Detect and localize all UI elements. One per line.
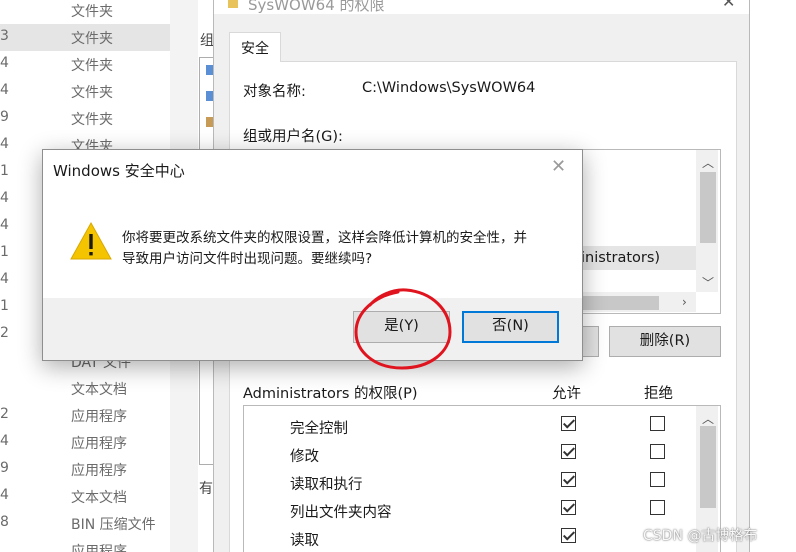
- explorer-row-size: 4: [0, 487, 9, 503]
- explorer-row-size: 1: [0, 244, 9, 260]
- close-icon[interactable]: ✕: [551, 156, 566, 177]
- explorer-row-type: 文件夹: [71, 58, 113, 74]
- yes-button[interactable]: 是(Y): [353, 311, 450, 343]
- explorer-row[interactable]: 应用程序: [0, 537, 170, 552]
- warning-icon: [70, 221, 112, 260]
- permissions-titlebar: SysWOW64 的权限 ✕: [214, 0, 749, 14]
- explorer-row-type: 文件夹: [71, 85, 113, 101]
- window-close-icon[interactable]: ✕: [722, 0, 735, 11]
- explorer-row-type: 应用程序: [71, 409, 127, 425]
- deny-checkbox[interactable]: [650, 444, 665, 459]
- explorer-row-type: 应用程序: [71, 463, 127, 479]
- explorer-row-type: 文件夹: [71, 31, 113, 47]
- dialog-message-line1: 你将要更改系统文件夹的权限设置，这样会降低计算机的安全性，并: [122, 230, 527, 246]
- permission-name: 修改: [290, 449, 319, 465]
- explorer-row-size: 4: [0, 271, 9, 287]
- object-name-label: 对象名称:: [243, 84, 306, 100]
- dialog-title: Windows 安全中心: [53, 162, 185, 180]
- explorer-row-type: 文件夹: [71, 4, 113, 20]
- explorer-row[interactable]: 文本文档: [0, 375, 170, 402]
- permissions-header: Administrators 的权限(P): [243, 386, 418, 402]
- explorer-row-size: 9: [0, 460, 9, 476]
- explorer-row-type: 文件夹: [71, 112, 113, 128]
- permissions-scroll-thumb[interactable]: [700, 426, 716, 508]
- explorer-row[interactable]: 9 文件夹: [0, 105, 170, 132]
- permission-name: 完全控制: [290, 421, 348, 437]
- scroll-up-icon[interactable]: ︿: [702, 410, 714, 427]
- mid-label-bottom: 有: [199, 481, 213, 497]
- explorer-row[interactable]: 9 应用程序: [0, 456, 170, 483]
- permissions-title: SysWOW64 的权限: [248, 0, 385, 14]
- mid-label-top: 组: [200, 33, 214, 49]
- explorer-row[interactable]: 4 文本文档: [0, 483, 170, 510]
- explorer-row-size: 4: [0, 82, 9, 98]
- explorer-row[interactable]: 4 文件夹: [0, 51, 170, 78]
- selected-user-label: inistrators): [581, 250, 661, 266]
- explorer-row[interactable]: 4 应用程序: [0, 429, 170, 456]
- explorer-row[interactable]: 3 文件夹: [0, 24, 170, 51]
- explorer-row-type: BIN 压缩文件: [71, 517, 156, 533]
- users-scroll-thumb[interactable]: [700, 172, 716, 243]
- explorer-row-size: 9: [0, 109, 9, 125]
- deny-checkbox[interactable]: [650, 500, 665, 515]
- permission-name: 读取: [290, 533, 319, 549]
- explorer-row-size: 4: [0, 136, 9, 152]
- explorer-row-size: 4: [0, 433, 9, 449]
- deny-checkbox[interactable]: [650, 416, 665, 431]
- permission-name: 列出文件夹内容: [290, 505, 392, 521]
- explorer-row-size: 8: [0, 514, 9, 530]
- explorer-row[interactable]: 文件夹: [0, 0, 170, 24]
- explorer-row-type: 文本文档: [71, 490, 127, 506]
- explorer-row[interactable]: 2 应用程序: [0, 402, 170, 429]
- explorer-row-type: 应用程序: [71, 544, 127, 552]
- scroll-right-icon[interactable]: ›: [682, 295, 687, 309]
- explorer-row-size: 4: [0, 190, 9, 206]
- folder-icon: [228, 0, 238, 8]
- explorer-row-size: 4: [0, 217, 9, 233]
- allow-header: 允许: [552, 386, 581, 402]
- explorer-row[interactable]: 8 BIN 压缩文件: [0, 510, 170, 537]
- remove-button[interactable]: 删除(R): [609, 326, 721, 357]
- watermark: CSDN @古博格布: [643, 528, 758, 544]
- deny-checkbox[interactable]: [650, 472, 665, 487]
- allow-checkbox[interactable]: [561, 444, 576, 459]
- explorer-row-type: 文本文档: [71, 382, 127, 398]
- explorer-row[interactable]: 4 文件夹: [0, 78, 170, 105]
- allow-checkbox[interactable]: [561, 472, 576, 487]
- security-dialog: Windows 安全中心 ✕ 你将要更改系统文件夹的权限设置，这样会降低计算机的…: [42, 149, 583, 361]
- explorer-row-type: 应用程序: [71, 436, 127, 452]
- group-or-user-label: 组或用户名(G):: [243, 129, 343, 145]
- dialog-message-line2: 导致用户访问文件时出现问题。要继续吗?: [122, 251, 373, 267]
- allow-checkbox[interactable]: [561, 500, 576, 515]
- explorer-row-size: 2: [0, 406, 9, 422]
- tab-security[interactable]: 安全: [229, 32, 281, 62]
- allow-checkbox[interactable]: [561, 528, 576, 543]
- explorer-row-size: 1: [0, 298, 9, 314]
- explorer-row-size: 3: [0, 28, 9, 44]
- object-name-value: C:\Windows\SysWOW64: [362, 80, 536, 96]
- explorer-row-size: 2: [0, 325, 9, 341]
- scroll-up-icon[interactable]: ︿: [702, 154, 714, 171]
- deny-header: 拒绝: [644, 386, 673, 402]
- explorer-row-size: 1: [0, 163, 9, 179]
- allow-checkbox[interactable]: [561, 416, 576, 431]
- no-button[interactable]: 否(N): [462, 311, 559, 343]
- scroll-down-icon[interactable]: ﹀: [702, 274, 714, 291]
- permission-name: 读取和执行: [290, 477, 363, 493]
- explorer-row-size: 4: [0, 55, 9, 71]
